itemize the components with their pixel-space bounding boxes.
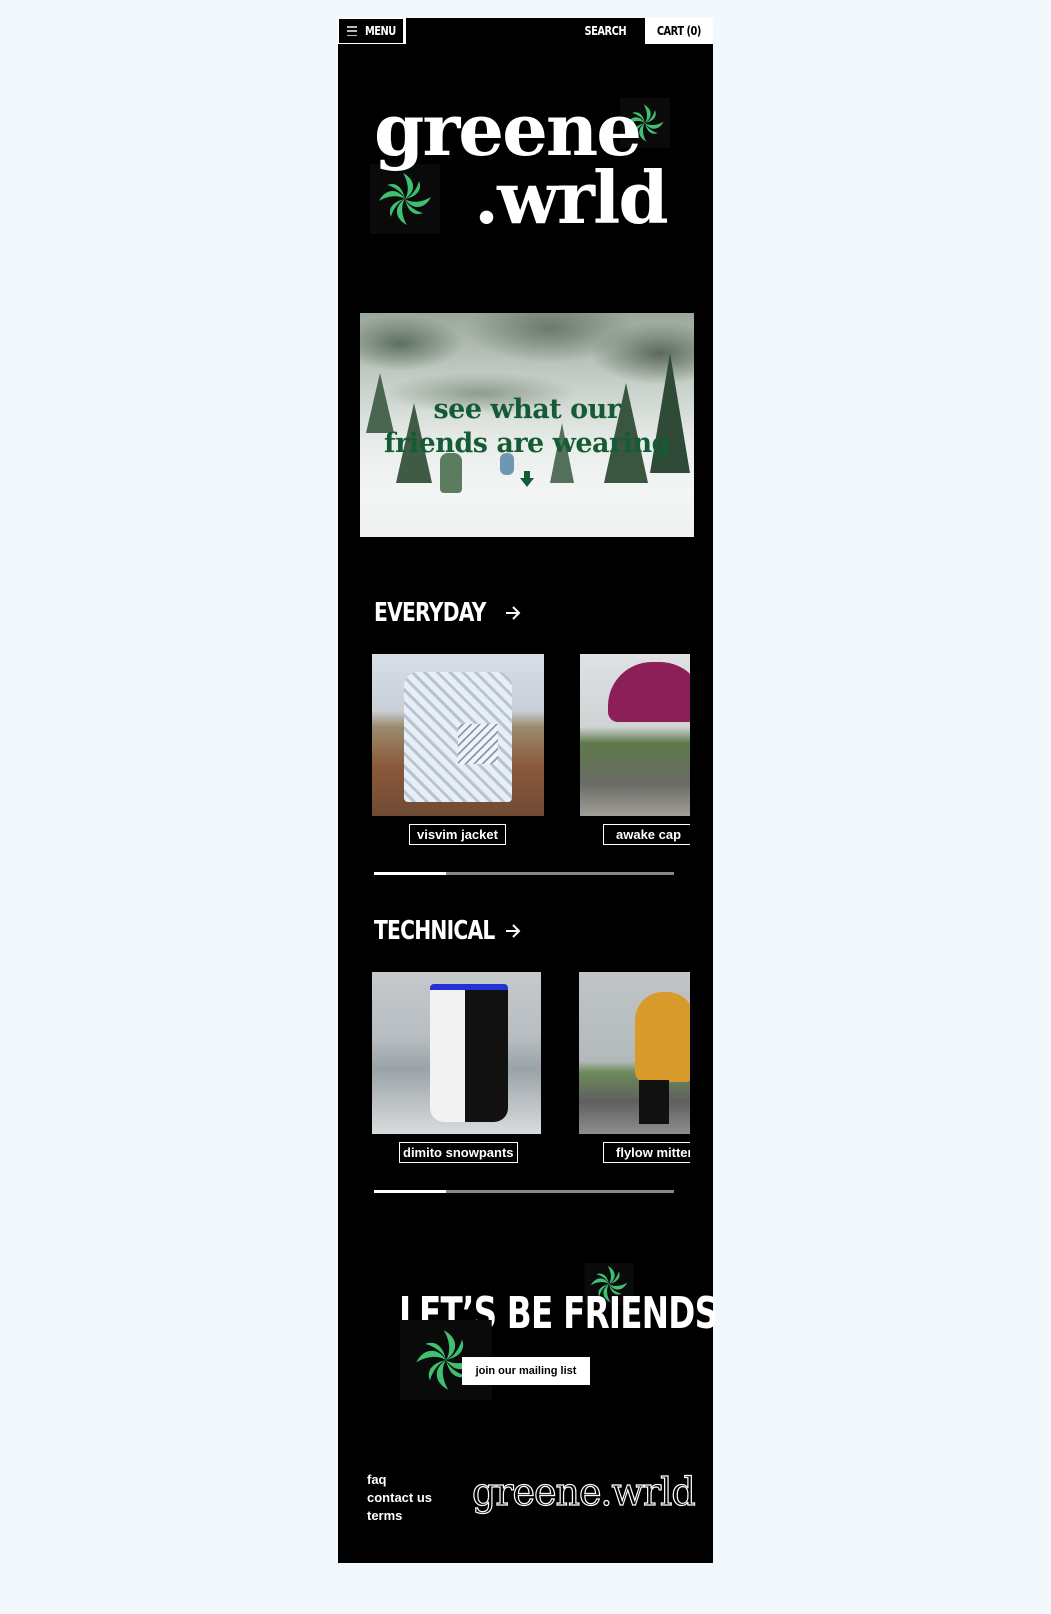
product-carousel-technical[interactable]: dimito snowpants flylow mittens bbox=[372, 972, 690, 1172]
mailing-list-section: LET’S BE FRIENDS join our mailing list bbox=[338, 1258, 718, 1400]
pinwheel-star-icon bbox=[370, 164, 440, 234]
pants-shape bbox=[430, 984, 508, 1122]
product-name[interactable]: flylow mittens bbox=[603, 1142, 690, 1163]
arrow-right-icon bbox=[506, 606, 521, 620]
top-nav: MENU SEARCH CART (0) bbox=[338, 18, 713, 44]
product-card[interactable]: dimito snowpants bbox=[372, 972, 541, 1163]
cart-label: CART (0) bbox=[656, 24, 702, 38]
cart-button[interactable]: CART (0) bbox=[645, 18, 713, 44]
product-image-dimito-snowpants bbox=[372, 972, 541, 1134]
section-title-label: TECHNICAL bbox=[374, 916, 495, 946]
hero-headline: see what our friends are wearing bbox=[360, 393, 694, 461]
product-name[interactable]: visvim jacket bbox=[409, 824, 506, 845]
section-title-label: EVERYDAY bbox=[374, 598, 486, 628]
product-name[interactable]: dimito snowpants bbox=[399, 1142, 518, 1163]
mitten-shape bbox=[635, 992, 690, 1082]
search-label: SEARCH bbox=[584, 24, 627, 38]
logo-wordmark-line2: .wrld bbox=[474, 155, 669, 240]
menu-button[interactable]: MENU bbox=[338, 18, 405, 44]
carousel-scrollbar[interactable] bbox=[374, 872, 674, 875]
hero-banner[interactable]: see what our friends are wearing bbox=[360, 313, 694, 537]
carousel-scrollbar[interactable] bbox=[374, 1190, 674, 1193]
mitten-cuff bbox=[639, 1080, 669, 1124]
arrow-down-icon bbox=[520, 471, 534, 487]
hero-headline-line1: see what our bbox=[433, 394, 621, 425]
hero-headline-line2: friends are wearing bbox=[383, 428, 671, 459]
jacket-pattern bbox=[458, 724, 498, 764]
scrollbar-thumb[interactable] bbox=[374, 1190, 446, 1193]
footer-link-contact[interactable]: contact us bbox=[367, 1489, 432, 1507]
product-name[interactable]: awake cap bbox=[603, 824, 690, 845]
footer-links: faq contact us terms bbox=[367, 1471, 432, 1525]
search-button[interactable]: SEARCH bbox=[406, 18, 645, 44]
cap-shape bbox=[608, 662, 690, 722]
join-mailing-list-button[interactable]: join our mailing list bbox=[462, 1357, 590, 1385]
footer-link-faq[interactable]: faq bbox=[367, 1471, 432, 1489]
product-image-awake-cap bbox=[580, 654, 690, 816]
product-image-visvim-jacket bbox=[372, 654, 544, 816]
footer-link-terms[interactable]: terms bbox=[367, 1507, 432, 1525]
page-frame: MENU SEARCH CART (0) greene .wrld see wh… bbox=[338, 18, 718, 1563]
product-card[interactable]: awake cap bbox=[580, 654, 690, 845]
brand-logo[interactable]: greene .wrld bbox=[370, 94, 680, 254]
arrow-right-icon bbox=[505, 924, 520, 938]
product-image-flylow-mittens bbox=[579, 972, 690, 1134]
scrollbar-thumb[interactable] bbox=[374, 872, 446, 875]
product-carousel-everyday[interactable]: visvim jacket awake cap bbox=[372, 654, 690, 854]
section-title-technical[interactable]: TECHNICAL bbox=[374, 916, 521, 946]
footer-logo[interactable]: greene.wrld bbox=[471, 1469, 696, 1514]
menu-label: MENU bbox=[365, 24, 397, 38]
section-title-everyday[interactable]: EVERYDAY bbox=[374, 598, 521, 628]
hamburger-icon bbox=[347, 26, 358, 36]
product-card[interactable]: visvim jacket bbox=[372, 654, 544, 845]
product-card[interactable]: flylow mittens bbox=[579, 972, 690, 1163]
